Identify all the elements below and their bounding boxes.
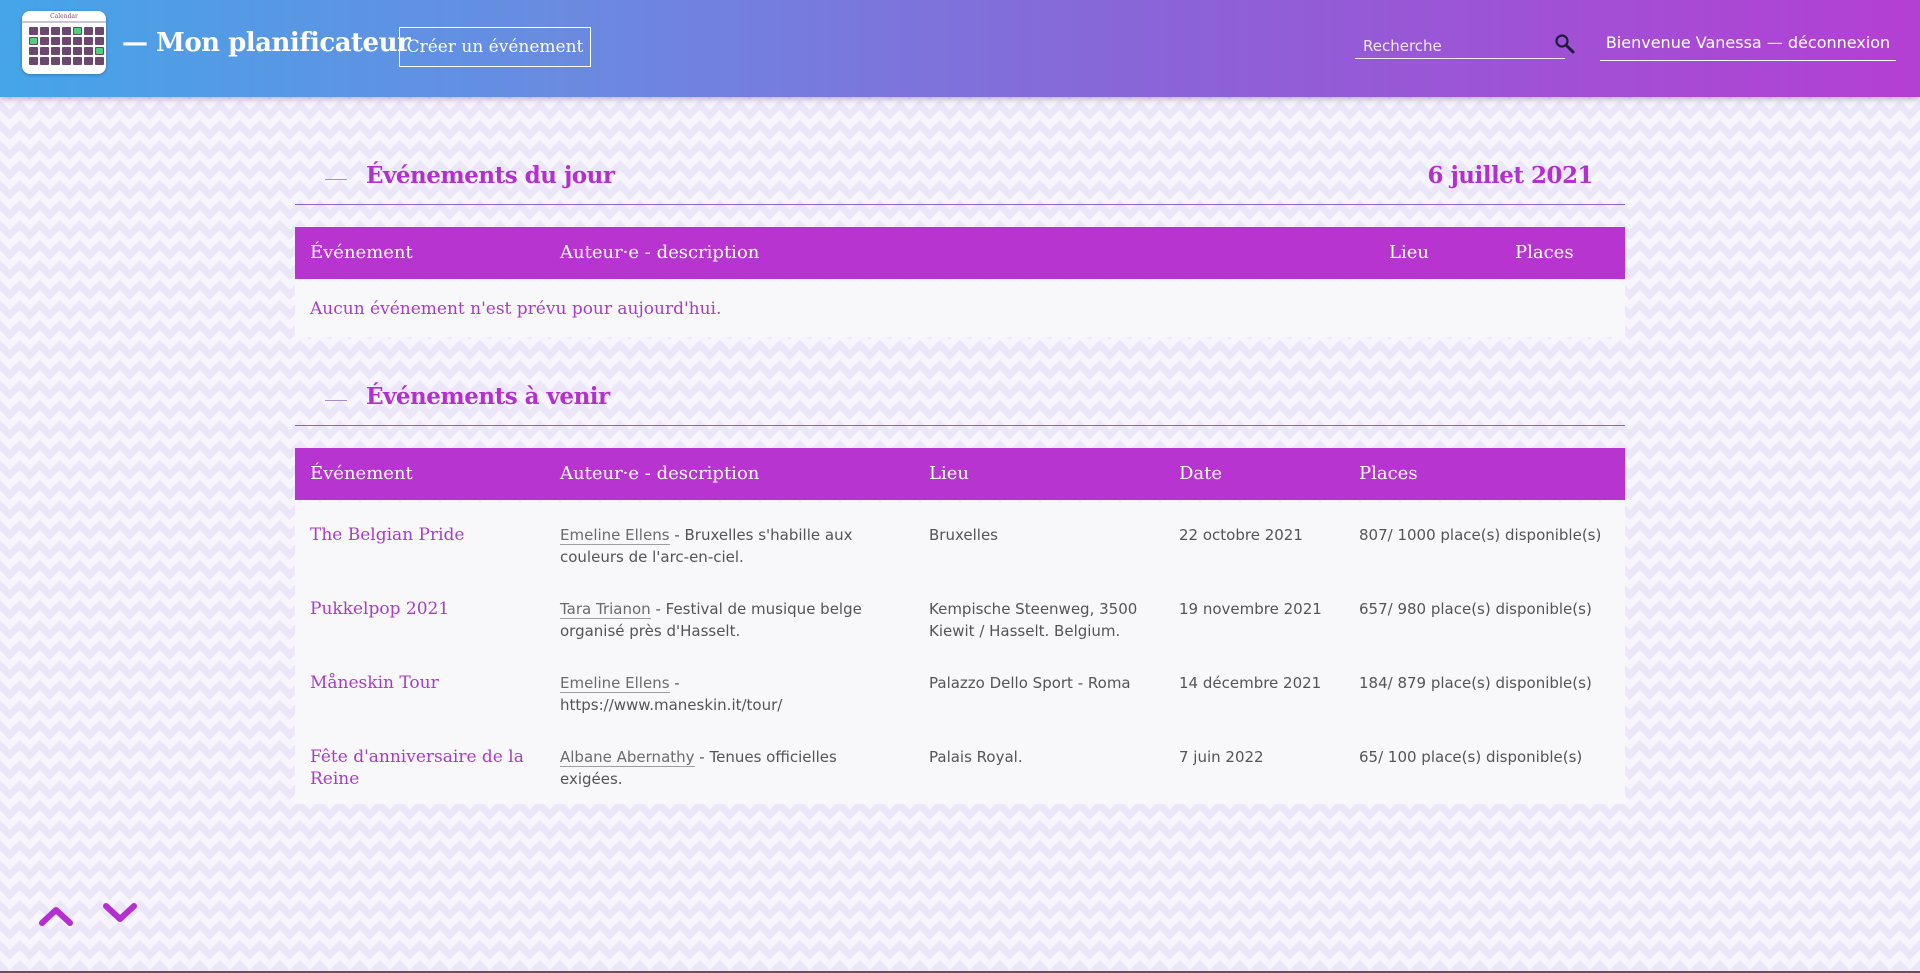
col-seats: Places <box>1359 463 1418 484</box>
event-name-link[interactable]: The Belgian Pride <box>310 524 535 546</box>
title-dash <box>325 400 347 401</box>
event-seats: 184/ 879 place(s) disponible(s) <box>1359 674 1592 692</box>
event-description: Albane Abernathy - Tenues officielles ex… <box>560 746 900 790</box>
logo-caption: Calendar <box>22 11 106 23</box>
upcoming-table-body: The Belgian Pride Emeline Ellens - Bruxe… <box>295 502 1625 804</box>
table-row: Måneskin Tour Emeline Ellens - https://w… <box>295 650 1625 724</box>
author-link[interactable]: Emeline Ellens <box>560 674 670 693</box>
event-place: Bruxelles <box>929 526 998 544</box>
event-place: Palazzo Dello Sport - Roma <box>929 674 1131 692</box>
author-link[interactable]: Tara Trianon <box>560 600 651 619</box>
upcoming-title: Événements à venir <box>366 383 610 410</box>
event-place: Palais Royal. <box>929 748 1023 766</box>
search-box <box>1355 32 1565 59</box>
event-name-link[interactable]: Måneskin Tour <box>310 672 535 694</box>
table-row: Fête d'anniversaire de la Reine Albane A… <box>295 724 1625 798</box>
event-name-link[interactable]: Pukkelpop 2021 <box>310 598 535 620</box>
col-author-description: Auteur·e - description <box>560 463 760 484</box>
title-dash <box>325 179 347 180</box>
chevron-up-icon[interactable] <box>38 902 74 928</box>
event-date: 19 novembre 2021 <box>1179 600 1322 618</box>
event-date: 7 juin 2022 <box>1179 748 1264 766</box>
col-author-description: Auteur·e - description <box>560 242 760 263</box>
today-title: Événements du jour <box>366 162 615 189</box>
app-title: — Mon planificateur <box>122 28 411 58</box>
col-event: Événement <box>310 463 413 484</box>
top-bar: Calendar — Mon planificateur Créer un év… <box>0 0 1920 97</box>
event-seats: 65/ 100 place(s) disponible(s) <box>1359 748 1583 766</box>
event-description: Tara Trianon - Festival de musique belge… <box>560 598 900 642</box>
upcoming-section-header: Événements à venir <box>295 378 1625 426</box>
col-date: Date <box>1179 463 1223 484</box>
today-table-header: Événement Auteur·e - description Lieu Pl… <box>295 227 1625 279</box>
col-seats: Places <box>1515 242 1574 263</box>
table-row: The Belgian Pride Emeline Ellens - Bruxe… <box>295 502 1625 576</box>
search-icon[interactable] <box>1554 33 1576 55</box>
chevron-down-icon[interactable] <box>102 900 138 926</box>
search-input[interactable] <box>1355 32 1565 59</box>
logo-grid <box>22 23 106 65</box>
upcoming-table-header: Événement Auteur·e - description Lieu Da… <box>295 448 1625 500</box>
event-date: 14 décembre 2021 <box>1179 674 1322 692</box>
today-table-body: Aucun événement n'est prévu pour aujourd… <box>295 281 1625 337</box>
event-place: Kempische Steenweg, 3500 Kiewit / Hassel… <box>929 600 1138 640</box>
event-seats: 657/ 980 place(s) disponible(s) <box>1359 600 1592 618</box>
table-row: Pukkelpop 2021 Tara Trianon - Festival d… <box>295 576 1625 650</box>
empty-message: Aucun événement n'est prévu pour aujourd… <box>310 299 722 319</box>
today-section-header: Événements du jour 6 juillet 2021 <box>295 157 1625 205</box>
event-name-link[interactable]: Fête d'anniversaire de la Reine <box>310 746 535 790</box>
event-seats: 807/ 1000 place(s) disponible(s) <box>1359 526 1602 544</box>
event-description: Emeline Ellens - https://www.maneskin.it… <box>560 672 900 716</box>
col-place: Lieu <box>1389 242 1429 263</box>
today-date: 6 juillet 2021 <box>1427 162 1593 189</box>
author-link[interactable]: Albane Abernathy <box>560 748 695 767</box>
welcome-logout-link[interactable]: Bienvenue Vanessa — déconnexion <box>1600 28 1896 61</box>
create-event-button[interactable]: Créer un événement <box>399 27 591 67</box>
author-link[interactable]: Emeline Ellens <box>560 526 670 545</box>
col-event: Événement <box>310 242 413 263</box>
col-place: Lieu <box>929 463 969 484</box>
calendar-logo-icon[interactable]: Calendar <box>22 11 106 74</box>
event-date: 22 octobre 2021 <box>1179 526 1303 544</box>
event-description: Emeline Ellens - Bruxelles s'habille aux… <box>560 524 900 568</box>
